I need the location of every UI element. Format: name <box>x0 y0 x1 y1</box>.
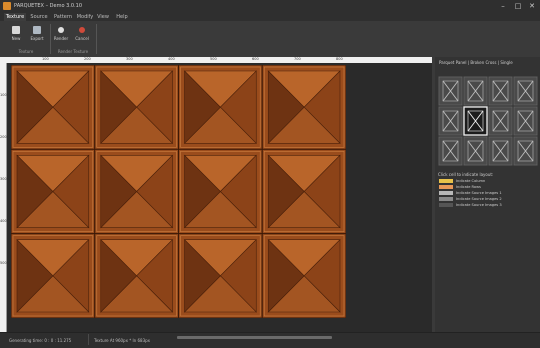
layout-cell <box>438 76 463 106</box>
parquet-tile <box>178 148 263 235</box>
tab-view[interactable]: View <box>96 13 110 21</box>
parquet-tile <box>261 65 346 150</box>
parquet-tile <box>261 233 346 318</box>
ruler-tick-label: 500 <box>210 57 217 61</box>
ruler-vertical: 100 200 300 400 500 <box>0 63 7 332</box>
parquet-tile <box>178 65 263 150</box>
panel-title: Parquet Panel | Broken Cross | Single <box>439 60 513 65</box>
parquet-tile <box>94 148 179 235</box>
ribbon-divider <box>96 24 97 54</box>
legend-swatch <box>439 185 453 189</box>
layout-cell <box>438 106 463 136</box>
layout-cell <box>438 136 463 166</box>
horizontal-scrollbar[interactable] <box>177 336 332 339</box>
parquet-tile <box>261 148 346 235</box>
parquet-texture-preview[interactable] <box>11 65 346 318</box>
render-button-label: Render <box>53 36 69 41</box>
cancel-button-label: Cancel <box>75 36 89 41</box>
parquet-tile <box>178 233 263 318</box>
ruler-tick-label: 200 <box>0 135 7 139</box>
tab-modify[interactable]: Modify <box>75 13 95 21</box>
ruler-tick-label: 400 <box>0 219 7 223</box>
ruler-tick-label: 500 <box>0 261 7 265</box>
tab-help[interactable]: Help <box>114 13 130 21</box>
new-file-icon <box>12 26 20 34</box>
legend-swatch <box>439 203 453 207</box>
ruler-tick-label: 400 <box>168 57 175 61</box>
legend-swatch <box>439 179 453 183</box>
legend-label: Indicate Source Images 2 <box>456 197 502 201</box>
new-button-label: New <box>11 36 21 41</box>
layout-cell <box>463 136 488 166</box>
app-logo-icon <box>3 2 11 10</box>
parquet-tile <box>94 233 179 318</box>
layout-grid-preview[interactable] <box>438 76 538 166</box>
legend-label: Indicate Source Images 1 <box>456 191 502 195</box>
close-button[interactable]: ✕ <box>525 1 539 11</box>
tab-pattern[interactable]: Pattern <box>52 13 74 21</box>
ruler-tick-label: 700 <box>294 57 301 61</box>
tab-source[interactable]: Source <box>28 13 50 21</box>
ribbon-toolbar: New Export Texture Render Cancel Render … <box>0 21 540 58</box>
layout-hint: Click cell to indicate layout: <box>438 172 494 177</box>
new-button[interactable]: New <box>5 25 27 47</box>
layout-cell <box>488 76 513 106</box>
status-texture-size: Texture At 960px * In 683px <box>94 338 151 343</box>
parquet-tile <box>11 65 96 150</box>
layout-cell <box>488 106 513 136</box>
parquet-tile <box>94 65 179 150</box>
ruler-tick-label: 300 <box>0 177 7 181</box>
ruler-tick-label: 200 <box>84 57 91 61</box>
ruler-tick-label: 300 <box>126 57 133 61</box>
ruler-tick-label: 100 <box>42 57 49 61</box>
layout-cell <box>488 136 513 166</box>
layout-cell <box>513 106 538 136</box>
render-button[interactable]: Render <box>50 25 72 47</box>
legend-label: Indicate Source Images 3 <box>456 203 502 207</box>
ruler-tick-label: 600 <box>252 57 259 61</box>
group-label-render: Render Texture <box>57 49 89 54</box>
status-generating-time: Generating time: 0 : 0 : 11.275 <box>9 338 72 343</box>
window-title: PARQUETEX – Demo 3.0.10 <box>14 3 83 9</box>
legend-label: Indicate Rows <box>456 185 481 189</box>
layout-cell <box>513 136 538 166</box>
legend-label: Indicate Column <box>456 179 486 183</box>
legend-swatch <box>439 191 453 195</box>
layout-cell <box>513 76 538 106</box>
tab-texture[interactable]: Texture <box>4 13 26 21</box>
export-button-label: Export <box>30 36 44 41</box>
ruler-tick-label: 800 <box>336 57 343 61</box>
group-label-texture: Texture <box>18 49 34 54</box>
layout-cell <box>463 106 488 136</box>
ruler-tick-label: 100 <box>0 93 7 97</box>
status-divider <box>88 334 89 345</box>
parquet-tile <box>11 233 96 318</box>
status-bar <box>0 332 540 348</box>
minimize-button[interactable]: – <box>496 1 510 11</box>
cancel-icon <box>79 27 85 33</box>
export-icon <box>33 26 41 34</box>
maximize-button[interactable]: □ <box>511 1 525 11</box>
cancel-button[interactable]: Cancel <box>71 25 93 47</box>
render-icon <box>58 27 64 33</box>
parquet-tile <box>11 148 96 235</box>
legend-swatch <box>439 197 453 201</box>
layout-cell <box>463 76 488 106</box>
export-button[interactable]: Export <box>26 25 48 47</box>
